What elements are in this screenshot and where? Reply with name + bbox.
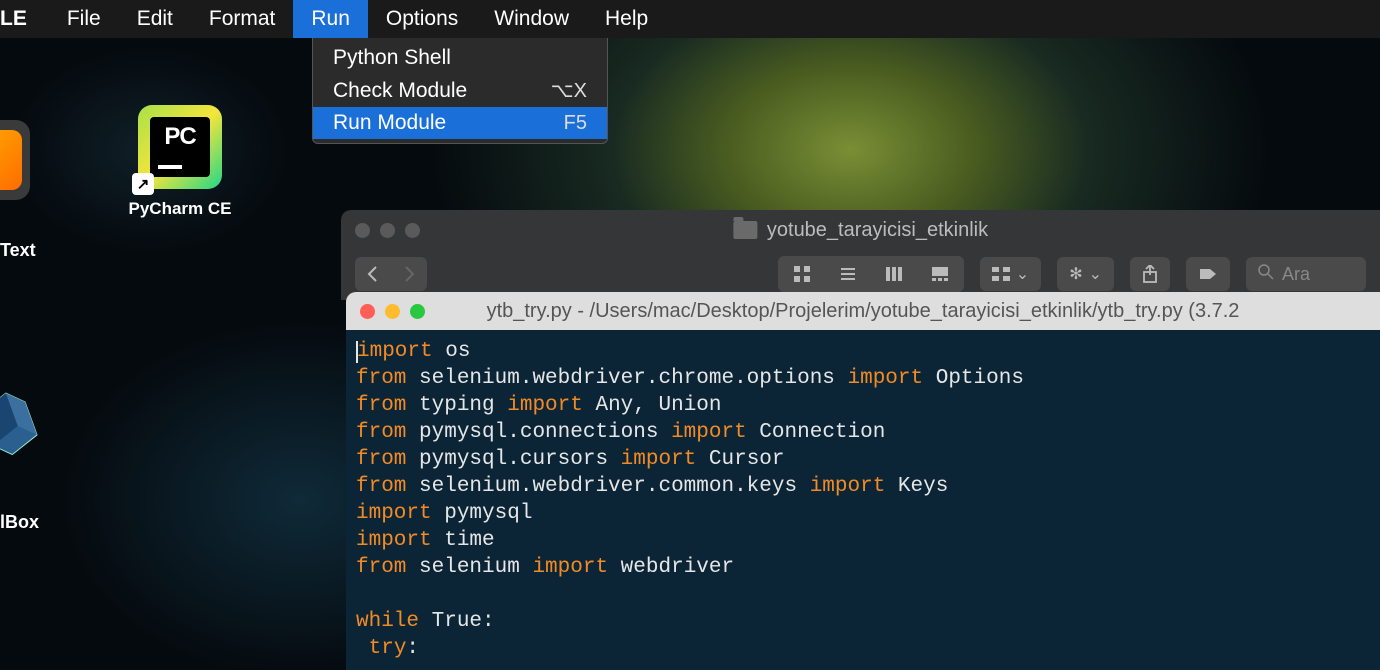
- menu-item-label: Check Module: [333, 79, 467, 103]
- close-icon[interactable]: [355, 223, 370, 238]
- menu-app-name[interactable]: LE: [0, 0, 49, 38]
- menu-item-label: Python Shell: [333, 46, 451, 70]
- back-button[interactable]: [355, 257, 391, 291]
- grid-view-icon[interactable]: [780, 258, 824, 290]
- close-icon[interactable]: [360, 304, 375, 319]
- menu-item-run-module[interactable]: Run Module F5: [313, 107, 607, 139]
- minimize-icon[interactable]: [380, 223, 395, 238]
- virtualbox-label: lBox: [0, 512, 39, 533]
- virtualbox-icon[interactable]: [0, 390, 35, 490]
- columns-view-icon[interactable]: [872, 258, 916, 290]
- menu-file[interactable]: File: [49, 0, 119, 38]
- chevron-down-icon: ⌄: [1016, 264, 1029, 284]
- alias-arrow-icon: ↗: [132, 173, 154, 195]
- view-mode-group: [778, 256, 964, 292]
- menu-item-shortcut: F5: [564, 112, 587, 135]
- menu-options[interactable]: Options: [368, 0, 476, 38]
- zoom-icon[interactable]: [405, 223, 420, 238]
- sublime-text-label: Text: [0, 240, 36, 261]
- gear-icon: ✻: [1069, 264, 1082, 284]
- menu-edit[interactable]: Edit: [119, 0, 191, 38]
- forward-button[interactable]: [391, 257, 427, 291]
- list-view-icon[interactable]: [826, 258, 870, 290]
- idle-editor-window: ytb_try.py - /Users/mac/Desktop/Projeler…: [346, 292, 1380, 670]
- arrange-button[interactable]: ⌄: [980, 257, 1041, 291]
- pycharm-icon: PC ↗: [138, 105, 222, 189]
- finder-toolbar: ⌄ ✻⌄ Ara: [341, 250, 1380, 298]
- finder-window-title: yotube_tarayicisi_etkinlik: [767, 219, 988, 242]
- gallery-view-icon[interactable]: [918, 258, 962, 290]
- run-menu-dropdown: Python Shell Check Module ⌥X Run Module …: [312, 38, 608, 144]
- menu-item-shortcut: ⌥X: [551, 78, 587, 103]
- finder-search[interactable]: Ara: [1246, 257, 1366, 291]
- tags-button[interactable]: [1186, 257, 1230, 291]
- minimize-icon[interactable]: [385, 304, 400, 319]
- sublime-text-icon[interactable]: [0, 120, 30, 200]
- zoom-icon[interactable]: [410, 304, 425, 319]
- code-editor[interactable]: import os from selenium.webdriver.chrome…: [346, 330, 1380, 670]
- search-placeholder: Ara: [1282, 264, 1310, 285]
- chevron-down-icon: ⌄: [1089, 264, 1102, 284]
- menu-run[interactable]: Run: [293, 0, 368, 38]
- menu-format[interactable]: Format: [191, 0, 294, 38]
- menu-item-label: Run Module: [333, 111, 446, 135]
- menu-help[interactable]: Help: [587, 0, 666, 38]
- editor-window-title: ytb_try.py - /Users/mac/Desktop/Projeler…: [487, 300, 1240, 323]
- finder-window: yotube_tarayicisi_etkinlik ⌄ ✻⌄ Ara: [341, 210, 1380, 300]
- menu-window[interactable]: Window: [476, 0, 587, 38]
- search-icon: [1258, 264, 1274, 285]
- desktop-icon-pycharm[interactable]: PC ↗ PyCharm CE: [120, 105, 240, 219]
- share-button[interactable]: [1130, 257, 1170, 291]
- menu-item-python-shell[interactable]: Python Shell: [313, 42, 607, 74]
- folder-icon: [733, 221, 757, 239]
- pycharm-badge-text: PC: [158, 123, 202, 151]
- action-button[interactable]: ✻⌄: [1057, 257, 1114, 291]
- editor-titlebar[interactable]: ytb_try.py - /Users/mac/Desktop/Projeler…: [346, 292, 1380, 330]
- menubar: LE File Edit Format Run Options Window H…: [0, 0, 1380, 38]
- desktop-icon-label: PyCharm CE: [120, 199, 240, 219]
- finder-titlebar[interactable]: yotube_tarayicisi_etkinlik: [341, 210, 1380, 250]
- menu-item-check-module[interactable]: Check Module ⌥X: [313, 74, 607, 107]
